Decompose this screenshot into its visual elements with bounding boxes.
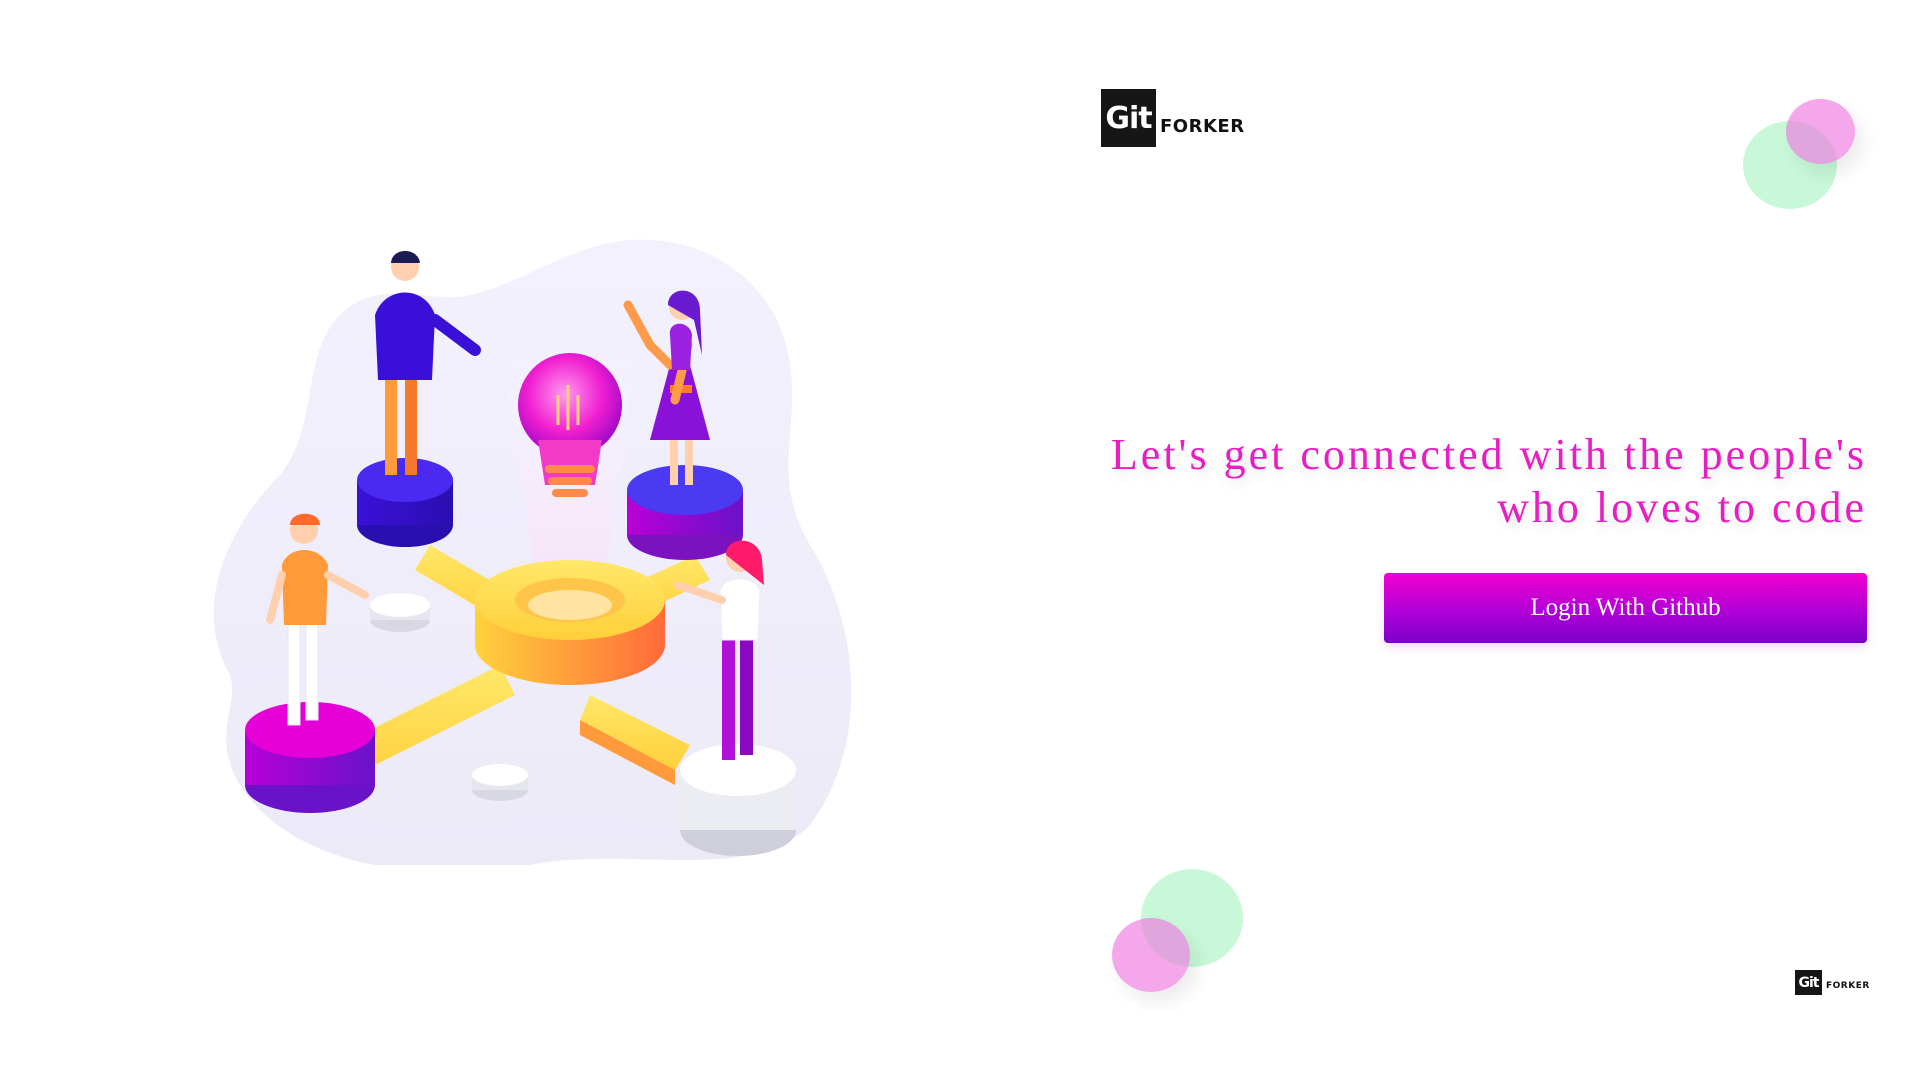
footer-logo: Git FORKER — [1795, 970, 1870, 995]
brand-logo[interactable]: Git FORKER — [1101, 89, 1245, 147]
logo-mark: Git — [1101, 89, 1156, 147]
logo-wordmark: FORKER — [1826, 981, 1870, 991]
hero-headline: Let's get connected with the people's wh… — [1047, 428, 1867, 534]
login-with-github-button[interactable]: Login With Github — [1384, 573, 1867, 643]
headline-line-1: Let's get connected with the people's — [1110, 430, 1867, 479]
login-page: Git FORKER Let's get connected with the … — [0, 0, 1920, 1080]
decorative-circle-pink — [1786, 99, 1855, 164]
logo-mark: Git — [1795, 970, 1822, 995]
headline-line-2: who loves to code — [1497, 483, 1867, 532]
teamwork-lightbulb-illustration — [213, 239, 852, 865]
decorative-circle-pink — [1112, 918, 1190, 992]
logo-wordmark: FORKER — [1160, 116, 1245, 137]
